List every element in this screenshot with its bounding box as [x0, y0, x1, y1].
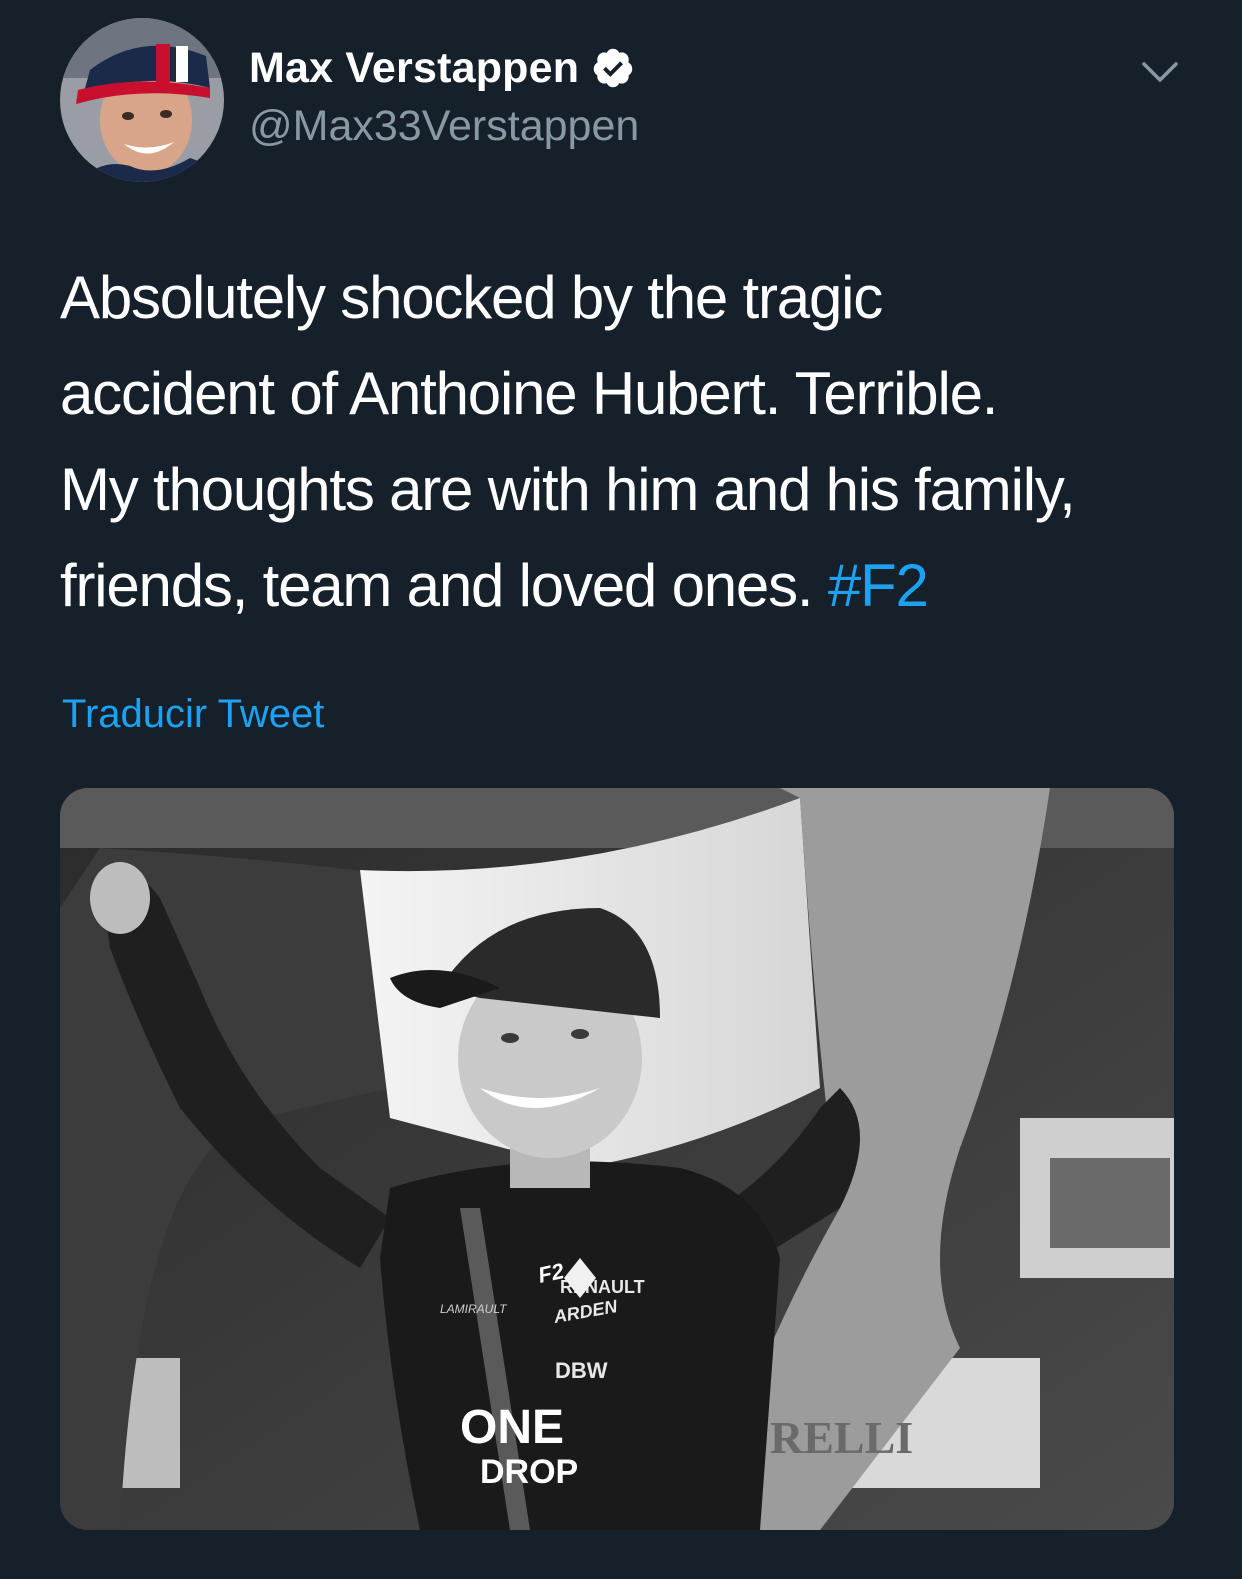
more-options-chevron-icon[interactable]	[1140, 56, 1180, 86]
hashtag-link[interactable]: #F2	[828, 552, 929, 619]
tweet-text: Absolutely shocked by the tragic acciden…	[60, 250, 1190, 634]
translate-tweet-link[interactable]: Traducir Tweet	[62, 692, 324, 737]
profile-photo-icon	[60, 18, 224, 182]
relli-text: RELLI	[770, 1412, 913, 1463]
tweet-text-line: My thoughts are with him and his family,	[60, 456, 1076, 523]
lamirault-text: LAMIRAULT	[440, 1302, 508, 1316]
tweet-text-line: accident of Anthoine Hubert. Terrible.	[60, 360, 998, 427]
avatar[interactable]	[60, 18, 224, 182]
tweet-text-line: Absolutely shocked by the tragic	[60, 264, 883, 331]
tweet-text-line-end: friends, team and loved ones.	[60, 552, 828, 619]
display-name-row: Max Verstappen	[249, 40, 639, 96]
tweet-photo[interactable]: F2 RENAULT ARDEN LAMIRAULT DBW ONE DROP …	[60, 788, 1174, 1530]
drop-text: DROP	[480, 1453, 578, 1491]
one-text: ONE	[460, 1401, 564, 1454]
user-names[interactable]: Max Verstappen @Max33Verstappen	[249, 40, 639, 151]
tweet-text-line: friends, team and loved ones. #F2	[60, 538, 1190, 634]
tweet: Max Verstappen @Max33Verstappen Absolute…	[0, 0, 1242, 1579]
user-handle[interactable]: @Max33Verstappen	[249, 102, 639, 151]
display-name[interactable]: Max Verstappen	[249, 44, 579, 93]
dbw-text: DBW	[555, 1358, 608, 1383]
photo-image-icon: F2 RENAULT ARDEN LAMIRAULT DBW ONE DROP …	[60, 788, 1174, 1530]
verified-badge-icon	[591, 46, 635, 90]
